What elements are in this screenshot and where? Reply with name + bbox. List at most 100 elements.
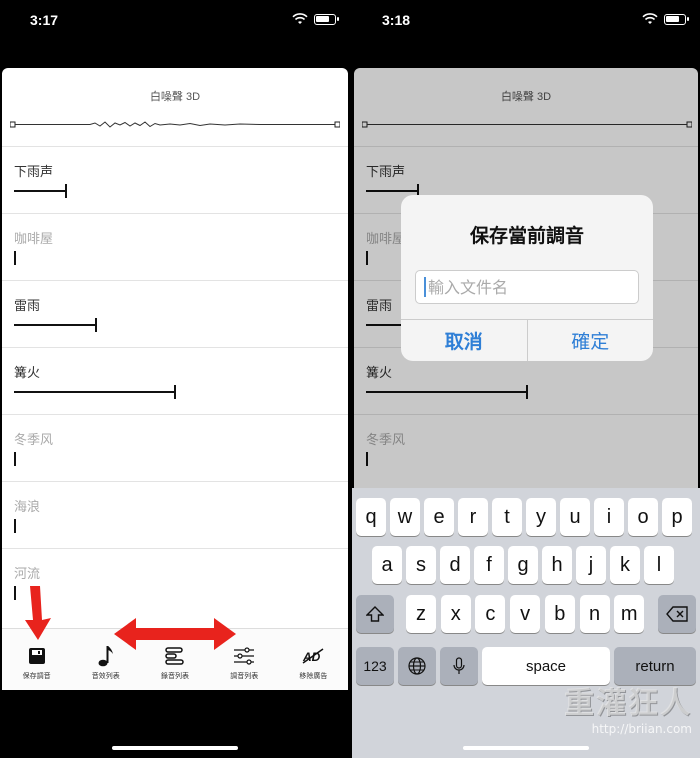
battery-icon xyxy=(664,13,689,25)
key-o[interactable]: o xyxy=(628,498,658,536)
sound-name: 海浪 xyxy=(14,499,41,514)
status-icons xyxy=(642,13,689,25)
keyboard-row-3: zxcvbnm xyxy=(352,595,700,635)
left-phone-screen: 3:17 白噪聲 3D 下雨声 咖啡屋 雷雨 篝火 冬季风 海浪 河流 保存調音… xyxy=(0,0,350,758)
tab-label: 調音列表 xyxy=(230,673,259,680)
sound-name: 河流 xyxy=(14,566,41,581)
filename-input[interactable] xyxy=(428,277,608,297)
left-right-arrow-annotation xyxy=(114,618,236,650)
key-q[interactable]: q xyxy=(356,498,386,536)
key-e[interactable]: e xyxy=(424,498,454,536)
right-phone-screen: 3:18 白噪聲 3D 下雨声咖啡屋雷雨篝火冬季风 保存當前調音 取消 確定 q… xyxy=(352,0,700,758)
microphone-key[interactable] xyxy=(440,647,478,685)
slider-thumb[interactable] xyxy=(14,519,16,533)
key-u[interactable]: u xyxy=(560,498,590,536)
volume-slider[interactable] xyxy=(14,184,67,198)
slider-thumb[interactable] xyxy=(65,184,67,198)
key-d[interactable]: d xyxy=(440,546,470,584)
card-title: 白噪聲 3D xyxy=(149,91,201,103)
cancel-button[interactable]: 取消 xyxy=(401,320,527,361)
backspace-key[interactable] xyxy=(658,595,696,633)
tab-label: 錄音列表 xyxy=(161,673,189,680)
sound-name: 篝火 xyxy=(14,365,41,380)
globe-icon xyxy=(408,657,426,675)
key-i[interactable]: i xyxy=(594,498,624,536)
key-z[interactable]: z xyxy=(406,595,436,633)
volume-slider[interactable] xyxy=(14,251,16,265)
sound-name: 冬季风 xyxy=(14,432,54,447)
microphone-icon xyxy=(453,657,465,674)
save-icon xyxy=(28,648,45,664)
tab-label: 音效列表 xyxy=(91,673,120,680)
key-r[interactable]: r xyxy=(458,498,488,536)
slider-thumb[interactable] xyxy=(174,385,176,399)
keyboard-row-2: asdfghjkl xyxy=(352,546,700,586)
key-g[interactable]: g xyxy=(508,546,538,584)
dialog-buttons: 取消 確定 xyxy=(401,319,653,361)
watermark-logo: 重灌狂人 xyxy=(564,686,692,721)
key-f[interactable]: f xyxy=(474,546,504,584)
sound-name: 下雨声 xyxy=(14,164,54,179)
key-y[interactable]: y xyxy=(526,498,556,536)
volume-slider[interactable] xyxy=(14,452,16,466)
wifi-icon xyxy=(292,13,308,24)
key-m[interactable]: m xyxy=(614,595,645,633)
backspace-icon xyxy=(666,606,688,622)
globe-key[interactable] xyxy=(398,647,436,685)
volume-slider[interactable] xyxy=(14,385,176,399)
sound-name: 雷雨 xyxy=(14,298,41,313)
sound-list: 下雨声咖啡屋雷雨篝火冬季风海浪河流 xyxy=(2,146,348,615)
key-c[interactable]: c xyxy=(475,595,506,633)
slider-track xyxy=(14,190,65,192)
tab-label: 移除廣告 xyxy=(299,673,328,680)
key-s[interactable]: s xyxy=(406,546,436,584)
key-n[interactable]: n xyxy=(579,595,610,633)
numbers-key[interactable]: 123 xyxy=(356,647,394,685)
sound-row: 下雨声 xyxy=(2,146,348,213)
key-x[interactable]: x xyxy=(440,595,471,633)
confirm-button[interactable]: 確定 xyxy=(526,320,654,361)
status-icons xyxy=(292,13,339,25)
slider-thumb[interactable] xyxy=(14,251,16,265)
no-ads-icon: AD xyxy=(302,648,324,664)
filename-field[interactable] xyxy=(415,270,639,304)
tab-remove-ads[interactable]: AD 移除廣告 xyxy=(279,629,348,690)
battery-icon xyxy=(314,13,339,25)
tab-label: 保存調音 xyxy=(22,673,51,680)
key-p[interactable]: p xyxy=(662,498,692,536)
save-preset-dialog: 保存當前調音 取消 確定 xyxy=(401,195,653,361)
key-k[interactable]: k xyxy=(610,546,640,584)
key-v[interactable]: v xyxy=(510,595,541,633)
home-indicator xyxy=(463,746,589,750)
sound-row: 雷雨 xyxy=(2,280,348,347)
status-time: 3:18 xyxy=(382,12,411,28)
sound-name: 咖啡屋 xyxy=(14,231,54,246)
key-h[interactable]: h xyxy=(542,546,572,584)
slider-thumb[interactable] xyxy=(14,586,16,600)
watermark: 重灌狂人 http://briian.com xyxy=(564,678,692,736)
shift-key[interactable] xyxy=(356,595,394,633)
down-arrow-annotation xyxy=(25,586,51,640)
volume-slider[interactable] xyxy=(14,318,97,332)
key-t[interactable]: t xyxy=(492,498,522,536)
key-w[interactable]: w xyxy=(390,498,420,536)
status-time: 3:17 xyxy=(30,12,59,28)
key-l[interactable]: l xyxy=(644,546,674,584)
key-j[interactable]: j xyxy=(576,546,606,584)
volume-slider[interactable] xyxy=(14,586,16,600)
slider-thumb[interactable] xyxy=(14,452,16,466)
volume-slider[interactable] xyxy=(14,519,16,533)
dialog-title: 保存當前調音 xyxy=(469,225,584,247)
slider-thumb[interactable] xyxy=(95,318,97,332)
waveform-graph xyxy=(10,121,340,128)
key-b[interactable]: b xyxy=(544,595,575,633)
sound-row: 咖啡屋 xyxy=(2,213,348,280)
key-a[interactable]: a xyxy=(372,546,402,584)
sound-row: 海浪 xyxy=(2,481,348,548)
slider-track xyxy=(14,391,174,393)
watermark-url: http://briian.com xyxy=(591,722,692,736)
text-caret xyxy=(424,277,426,297)
home-indicator xyxy=(112,746,238,750)
keyboard-row-1: qwertyuiop xyxy=(352,498,700,538)
shift-icon xyxy=(366,606,384,622)
